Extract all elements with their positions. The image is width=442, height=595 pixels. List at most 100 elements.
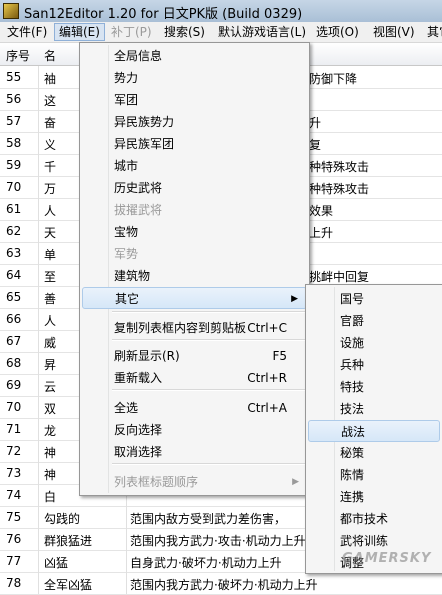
- edit-menu-item[interactable]: 异民族势力: [82, 111, 307, 133]
- edit-menu-item[interactable]: 建筑物: [82, 265, 307, 287]
- edit-menu-item[interactable]: 历史武将: [82, 177, 307, 199]
- row-number: 55: [6, 70, 22, 84]
- menubar-item[interactable]: 其它: [423, 24, 442, 40]
- row-number: 75: [6, 510, 22, 524]
- row-name: 昇: [44, 358, 57, 372]
- menu-separator: [112, 389, 305, 391]
- submenu-item[interactable]: 国号: [308, 288, 440, 310]
- row-name: 单: [44, 248, 57, 262]
- submenu-item[interactable]: 兵种: [308, 354, 440, 376]
- menu-item-label: 秘策: [340, 446, 365, 460]
- row-name: 至: [44, 270, 57, 284]
- edit-menu-item[interactable]: 其它 ▶: [82, 287, 307, 309]
- menubar-item[interactable]: 文件(F): [3, 24, 51, 40]
- row-description: 范围内我方武力·攻击·机动力上升: [130, 534, 306, 548]
- menubar-item[interactable]: 选项(O): [312, 24, 363, 40]
- menu-item-label: 都市技术: [340, 512, 389, 526]
- menu-item-label: 战法: [341, 425, 366, 439]
- menu-item-label: 势力: [114, 71, 139, 85]
- menu-item-label: 军团: [114, 93, 139, 107]
- menu-item-shortcut: Ctrl+A: [247, 401, 287, 415]
- submenu-item[interactable]: 官爵: [308, 310, 440, 332]
- row-number: 63: [6, 246, 22, 260]
- menu-item-label: 设施: [340, 336, 365, 350]
- submenu-item[interactable]: 陈情: [308, 464, 440, 486]
- submenu-item[interactable]: 都市技术: [308, 508, 440, 530]
- edit-menu-item[interactable]: 全局信息: [82, 45, 307, 67]
- submenu-item[interactable]: 特技: [308, 376, 440, 398]
- row-number: 71: [6, 422, 22, 436]
- row-name: 善: [44, 292, 57, 306]
- menu-item-label: 连携: [340, 490, 365, 504]
- column-header-name[interactable]: 名: [44, 47, 56, 64]
- row-number: 70: [6, 400, 22, 414]
- edit-menu-item[interactable]: 宝物: [82, 221, 307, 243]
- menu-item-label: 重新载入: [114, 371, 163, 385]
- row-description-tail: 挑衅中回复: [309, 270, 370, 284]
- row-number: 57: [6, 114, 22, 128]
- menu-item-label: 技法: [340, 402, 365, 416]
- submenu-item[interactable]: 武将训练: [308, 530, 440, 552]
- row-number: 74: [6, 488, 22, 502]
- row-number: 65: [6, 290, 22, 304]
- submenu-item[interactable]: 秘策: [308, 442, 440, 464]
- menu-item-label: 全选: [114, 401, 139, 415]
- edit-menu-item[interactable]: 城市: [82, 155, 307, 177]
- other-submenu: 国号 官爵 设施 兵种 特技 技法 战法 秘策 陈情 连携 都市技术 武将训练 调整: [305, 284, 442, 574]
- edit-menu-item[interactable]: 军团: [82, 89, 307, 111]
- menubar-item[interactable]: 默认游戏语言(L): [214, 24, 310, 40]
- row-name: 这: [44, 94, 57, 108]
- window-title: San12Editor 1.20 for 日文PK版 (Build 0329): [24, 7, 303, 22]
- row-name: 神: [44, 468, 57, 482]
- menubar-item[interactable]: 视图(V): [369, 24, 419, 40]
- app-icon: [3, 3, 19, 19]
- edit-menu-item[interactable]: 异民族军团: [82, 133, 307, 155]
- row-name: 凶猛: [44, 556, 69, 570]
- edit-menu: 全局信息势力军团异民族势力 异民族军团城市历史武将拔擢武将宝物军势 建筑物 其它 ▶ 复制…: [79, 42, 310, 496]
- row-name: 群狼猛进: [44, 534, 93, 548]
- table-row[interactable]: 78 全军凶猛 范围内我方武力·破坏力·机动力上升: [0, 572, 442, 595]
- edit-menu-item[interactable]: 复制列表框内容到剪贴板 Ctrl+C: [82, 317, 307, 339]
- row-description-tail: 升: [309, 116, 322, 130]
- menu-item-label: 取消选择: [114, 445, 163, 459]
- menu-item-label: 宝物: [114, 225, 139, 239]
- edit-menu-item[interactable]: 列表框标题顺序 ▶: [82, 471, 307, 493]
- row-number: 64: [6, 268, 22, 282]
- row-name: 人: [44, 204, 57, 218]
- submenu-item[interactable]: 设施: [308, 332, 440, 354]
- edit-menu-item[interactable]: 全选 Ctrl+A: [82, 397, 307, 419]
- row-number: 73: [6, 466, 22, 480]
- row-number: 61: [6, 202, 22, 216]
- column-header-number[interactable]: 序号: [6, 47, 30, 64]
- row-name: 千: [44, 160, 57, 174]
- menubar-item[interactable]: 搜索(S): [160, 24, 209, 40]
- row-number: 66: [6, 312, 22, 326]
- row-description-tail: 种特殊攻击: [309, 182, 370, 196]
- menubar-item[interactable]: 补丁(P): [107, 24, 156, 40]
- edit-menu-item[interactable]: 重新载入 Ctrl+R: [82, 367, 307, 389]
- menu-item-label: 拔擢武将: [114, 203, 163, 217]
- menu-item-label: 刷新显示(R): [114, 349, 180, 363]
- menubar-item[interactable]: 编辑(E): [54, 23, 105, 41]
- row-description: 自身武力·破坏力·机动力上升: [130, 556, 282, 570]
- row-name: 双: [44, 402, 57, 416]
- submenu-arrow-icon: ▶: [292, 477, 299, 487]
- edit-menu-item[interactable]: 反向选择: [82, 419, 307, 441]
- edit-menu-item[interactable]: 军势: [82, 243, 307, 265]
- row-description-tail: 复: [309, 138, 322, 152]
- row-number: 59: [6, 158, 22, 172]
- row-name: 万: [44, 182, 57, 196]
- menu-item-label: 武将训练: [340, 534, 389, 548]
- row-number: 67: [6, 334, 22, 348]
- submenu-item[interactable]: 技法: [308, 398, 440, 420]
- row-number: 62: [6, 224, 22, 238]
- submenu-item[interactable]: 连携: [308, 486, 440, 508]
- edit-menu-item[interactable]: 势力: [82, 67, 307, 89]
- submenu-item[interactable]: 战法: [308, 420, 440, 442]
- menu-item-label: 城市: [114, 159, 139, 173]
- edit-menu-item[interactable]: 取消选择: [82, 441, 307, 463]
- edit-menu-item[interactable]: 拔擢武将: [82, 199, 307, 221]
- row-name: 龙: [44, 424, 57, 438]
- row-number: 70: [6, 180, 22, 194]
- edit-menu-item[interactable]: 刷新显示(R) F5: [82, 345, 307, 367]
